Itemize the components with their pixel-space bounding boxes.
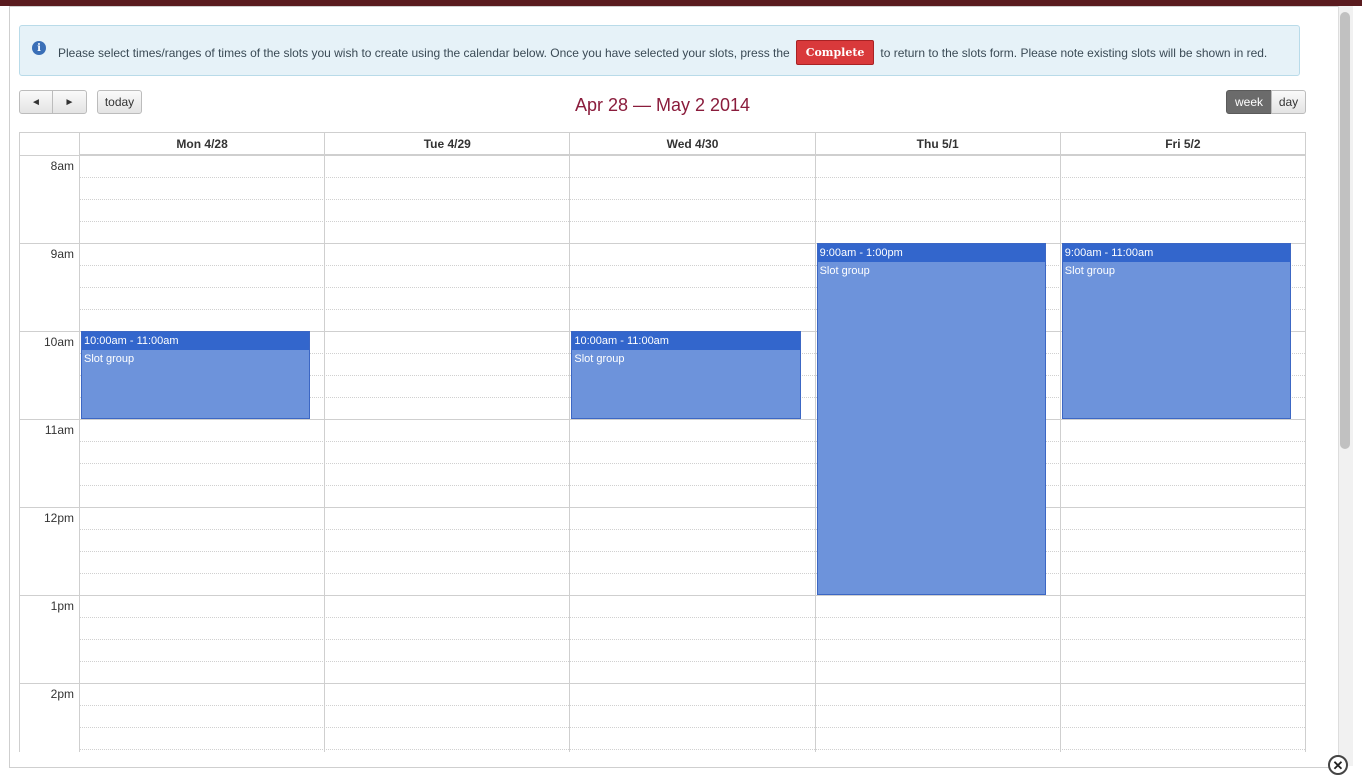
- event-title: Slot group: [819, 265, 870, 277]
- day-view-button[interactable]: day: [1271, 90, 1306, 114]
- time-label: 2pm: [50, 687, 74, 701]
- close-icon[interactable]: ✕: [1328, 755, 1348, 775]
- slot-event[interactable]: 9:00am - 1:00pm Slot group: [816, 243, 1046, 595]
- day-column[interactable]: [79, 155, 325, 752]
- hour-gridline: [20, 419, 1305, 420]
- info-message: Please select times/ranges of times of t…: [58, 40, 1267, 65]
- event-time: 9:00am - 11:00am: [1062, 244, 1290, 262]
- event-title: Slot group: [84, 353, 135, 365]
- day-column[interactable]: [324, 155, 570, 752]
- today-button[interactable]: today: [97, 90, 142, 114]
- complete-button[interactable]: Complete: [795, 40, 875, 65]
- week-view-button[interactable]: week: [1226, 90, 1272, 114]
- prev-week-button[interactable]: ◄: [19, 90, 53, 114]
- quarter-gridline: [79, 727, 1305, 728]
- time-label: 11am: [44, 423, 74, 437]
- quarter-gridline: [79, 199, 1305, 200]
- next-week-button[interactable]: ►: [52, 90, 87, 114]
- quarter-gridline: [79, 463, 1305, 464]
- info-alert: i Please select times/ranges of times of…: [19, 25, 1300, 76]
- quarter-gridline: [79, 441, 1305, 442]
- time-label: 9am: [50, 247, 74, 261]
- date-range-title: Apr 28 — May 2 2014: [574, 95, 751, 115]
- time-label: 10am: [43, 335, 74, 349]
- day-header: Mon 4/28: [79, 133, 325, 155]
- event-time: 9:00am - 1:00pm: [817, 244, 1045, 262]
- time-label: 1pm: [50, 599, 74, 613]
- info-icon: i: [32, 41, 46, 55]
- quarter-gridline: [79, 639, 1305, 640]
- quarter-gridline: [79, 573, 1305, 574]
- day-header: Fri 5/2: [1059, 133, 1305, 155]
- event-title: Slot group: [574, 353, 625, 365]
- quarter-gridline: [79, 485, 1305, 486]
- time-label: 12pm: [43, 511, 74, 525]
- slot-event[interactable]: 9:00am - 11:00am Slot group: [1061, 243, 1291, 419]
- day-column[interactable]: [569, 155, 815, 752]
- quarter-gridline: [79, 529, 1305, 530]
- slot-event[interactable]: 10:00am - 11:00am Slot group: [571, 331, 801, 419]
- hour-gridline: [20, 155, 1305, 156]
- hour-gridline: [20, 507, 1305, 508]
- time-axis-header: [20, 133, 79, 156]
- slot-event[interactable]: 10:00am - 11:00am Slot group: [81, 331, 311, 419]
- event-time: 10:00am - 11:00am: [572, 332, 800, 350]
- day-header: Wed 4/30: [569, 133, 815, 155]
- quarter-gridline: [79, 661, 1305, 662]
- quarter-gridline: [79, 551, 1305, 552]
- day-header: Tue 4/29: [324, 133, 570, 155]
- event-time: 10:00am - 11:00am: [82, 332, 310, 350]
- scrollbar-thumb[interactable]: [1340, 12, 1350, 449]
- day-header: Thu 5/1: [814, 133, 1060, 155]
- quarter-gridline: [79, 221, 1305, 222]
- quarter-gridline: [79, 705, 1305, 706]
- quarter-gridline: [79, 177, 1305, 178]
- info-text-after: to return to the slots form. Please note…: [880, 45, 1268, 60]
- calendar-grid[interactable]: Mon 4/28 Tue 4/29 Wed 4/30 Thu 5/1 Fri 5/2 8a…: [19, 132, 1306, 752]
- hour-gridline: [20, 595, 1305, 596]
- time-label: 8am: [50, 159, 74, 173]
- quarter-gridline: [79, 617, 1305, 618]
- hour-gridline: [20, 683, 1305, 684]
- info-text-before: Please select times/ranges of times of t…: [58, 45, 790, 60]
- quarter-gridline: [79, 749, 1305, 750]
- event-title: Slot group: [1064, 265, 1115, 277]
